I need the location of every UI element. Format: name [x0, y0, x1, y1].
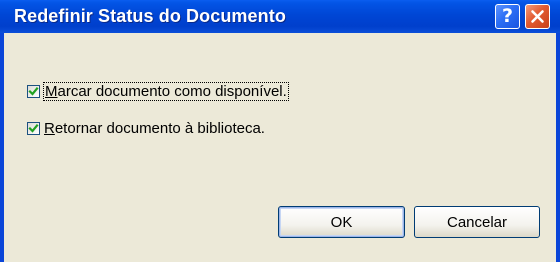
close-icon — [531, 10, 544, 23]
ok-button[interactable]: OK — [278, 206, 405, 238]
checkbox-return-library[interactable] — [27, 122, 40, 135]
window-frame-right — [556, 33, 560, 262]
checkmark-icon — [28, 86, 39, 96]
dialog-body: Marcar documento como disponível. Retorn… — [4, 33, 556, 262]
help-button[interactable]: ? — [495, 4, 520, 29]
close-button[interactable] — [525, 4, 550, 29]
cancel-button[interactable]: Cancelar — [414, 206, 540, 238]
title-bar[interactable]: Redefinir Status do Documento ? — [0, 0, 560, 33]
dialog-window: Redefinir Status do Documento ? Marcar d… — [0, 0, 560, 262]
dialog-title: Redefinir Status do Documento — [14, 6, 286, 26]
checkmark-icon — [28, 123, 39, 133]
option-mark-available[interactable]: Marcar documento como disponível. — [27, 82, 289, 101]
option-return-library-label: Retornar documento à biblioteca. — [44, 120, 265, 137]
option-return-library[interactable]: Retornar documento à biblioteca. — [27, 120, 265, 137]
checkbox-mark-available[interactable] — [27, 85, 40, 98]
option-mark-available-label: Marcar documento como disponível. — [43, 82, 289, 101]
help-icon: ? — [501, 4, 514, 27]
